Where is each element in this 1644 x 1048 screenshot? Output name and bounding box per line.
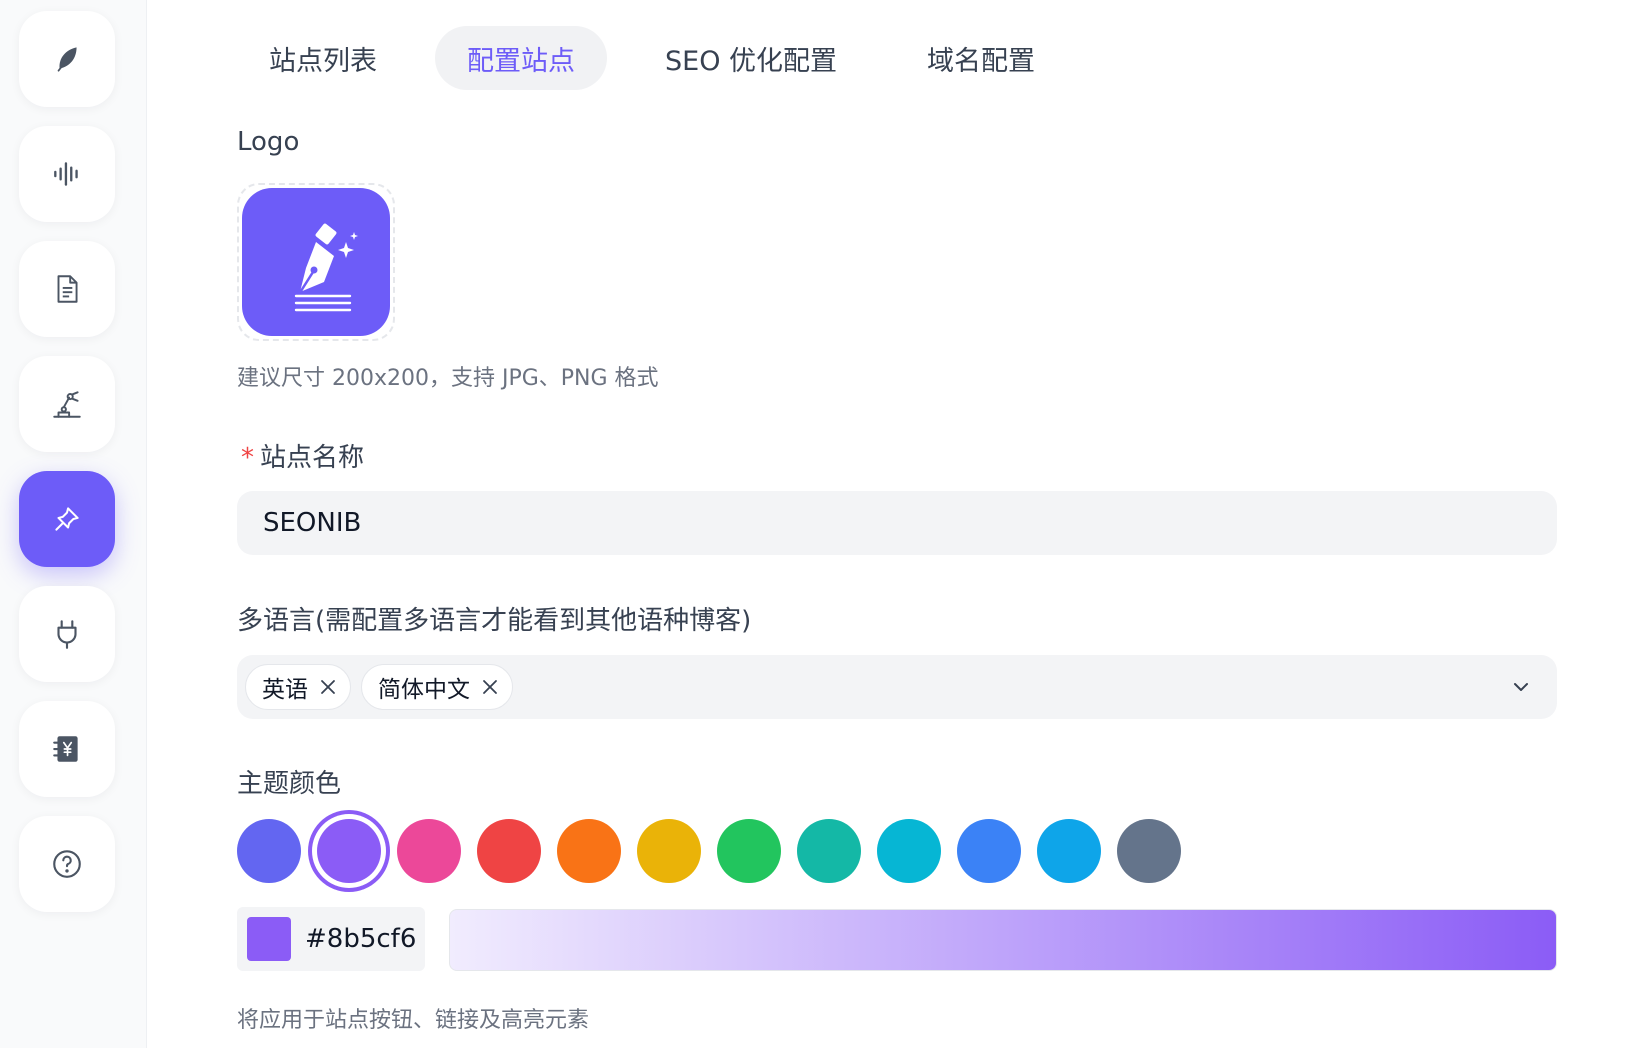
hex-color-field[interactable]: #8b5cf6: [237, 907, 425, 971]
sidebar-item-feather[interactable]: [19, 11, 115, 107]
sidebar: [0, 0, 147, 1048]
color-swatch[interactable]: [317, 819, 381, 883]
pen-nib-sparkle-icon: [294, 223, 358, 312]
remove-chip-button[interactable]: [320, 679, 336, 695]
site-name-label-text: 站点名称: [260, 443, 365, 473]
color-swatch[interactable]: [957, 819, 1021, 883]
language-multiselect[interactable]: 英语 简体中文: [237, 655, 1557, 719]
language-chip-english: 英语: [245, 664, 351, 710]
logo-hint: 建议尺寸 200x200，支持 JPG、PNG 格式: [237, 366, 659, 391]
color-swatch[interactable]: [397, 819, 461, 883]
remove-chip-button[interactable]: [482, 679, 498, 695]
ledger-yen-icon: [53, 736, 78, 762]
languages-label: 多语言(需配置多语言才能看到其他语种博客): [237, 606, 752, 636]
close-icon: [321, 680, 335, 694]
color-swatch[interactable]: [637, 819, 701, 883]
color-swatch[interactable]: [1117, 819, 1181, 883]
color-swatch[interactable]: [1037, 819, 1101, 883]
logo-image: [242, 188, 390, 336]
language-chip-label: 英语: [262, 677, 308, 703]
sidebar-item-ledger[interactable]: [19, 701, 115, 797]
document-icon: [57, 275, 78, 303]
color-swatch[interactable]: [877, 819, 941, 883]
color-swatch[interactable]: [717, 819, 781, 883]
color-preview: [247, 917, 291, 961]
robot-arm-icon: [53, 391, 81, 418]
color-swatch[interactable]: [797, 819, 861, 883]
sidebar-item-robot-arm[interactable]: [19, 356, 115, 452]
language-chip-simplified-chinese: 简体中文: [361, 664, 513, 710]
sidebar-item-pin[interactable]: [19, 471, 115, 567]
tab-seo-config[interactable]: SEO 优化配置: [633, 26, 869, 90]
plug-icon: [57, 620, 77, 649]
hex-value: #8b5cf6: [305, 924, 417, 954]
color-shade-slider[interactable]: [449, 909, 1557, 971]
sidebar-item-help[interactable]: [19, 816, 115, 912]
language-chip-label: 简体中文: [378, 677, 470, 703]
logo-upload[interactable]: [237, 183, 395, 341]
tab-domain-config[interactable]: 域名配置: [895, 26, 1067, 90]
site-name-input[interactable]: [237, 491, 1557, 555]
theme-color-hint: 将应用于站点按钮、链接及高亮元素: [237, 1008, 590, 1033]
help-circle-icon: [53, 850, 81, 878]
close-icon: [483, 680, 497, 694]
color-swatch[interactable]: [557, 819, 621, 883]
chevron-down-icon: [1514, 683, 1528, 691]
tab-configure-site[interactable]: 配置站点: [435, 26, 607, 90]
tab-bar: 站点列表 配置站点 SEO 优化配置 域名配置: [237, 26, 1093, 90]
required-mark: *: [241, 443, 254, 473]
main-content: 站点列表 配置站点 SEO 优化配置 域名配置 Logo 建议尺寸 200x20…: [237, 0, 1557, 1048]
tab-site-list[interactable]: 站点列表: [237, 26, 409, 90]
theme-color-label: 主题颜色: [237, 769, 342, 799]
sidebar-item-document[interactable]: [19, 241, 115, 337]
logo-label: Logo: [237, 127, 300, 157]
pin-icon: [55, 507, 79, 531]
color-swatch[interactable]: [237, 819, 301, 883]
color-swatch[interactable]: [477, 819, 541, 883]
site-name-label: * 站点名称: [241, 437, 364, 474]
sidebar-item-plug[interactable]: [19, 586, 115, 682]
audio-wave-icon: [54, 162, 78, 186]
sidebar-item-audio[interactable]: [19, 126, 115, 222]
feather-icon: [57, 47, 77, 72]
